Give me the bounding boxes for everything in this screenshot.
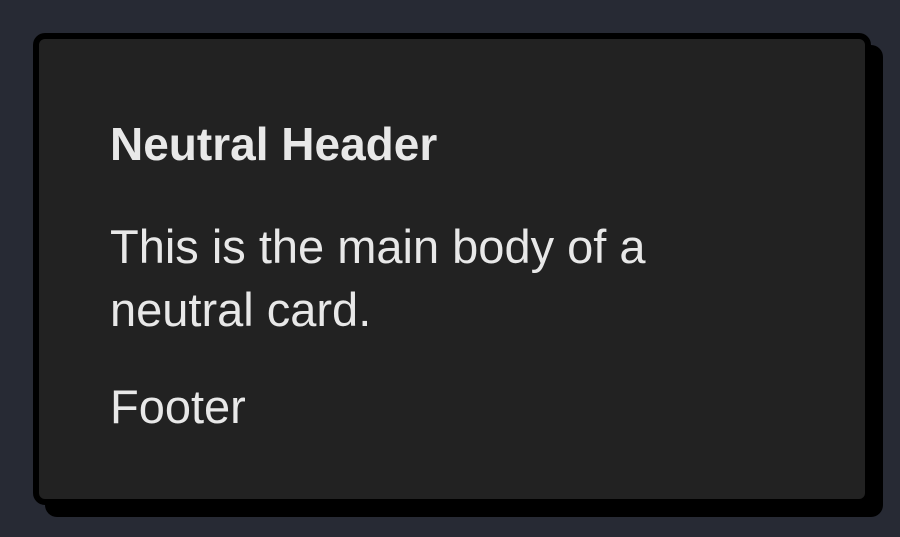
card-body: This is the main body of a neutral card. — [110, 220, 646, 336]
card-header: Neutral Header — [110, 118, 438, 170]
card-footer: Footer — [110, 380, 246, 433]
neutral-card: Neutral Header This is the main body of … — [33, 33, 871, 505]
